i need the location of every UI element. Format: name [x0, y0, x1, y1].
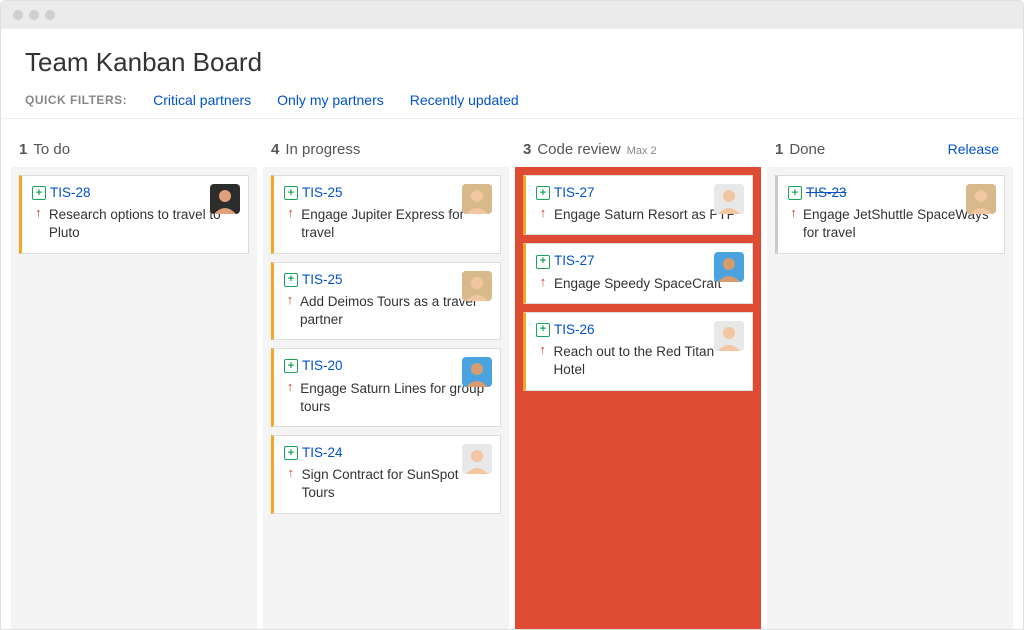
card[interactable]: + TIS-27 ↑ Engage Speedy SpaceCraft — [523, 243, 753, 303]
card-summary: Engage Jupiter Express for travel — [297, 206, 490, 242]
column-body[interactable]: + TIS-25 ↑ Engage Jupiter Express for tr… — [263, 167, 509, 629]
column-count: 4 — [271, 141, 279, 158]
column-code-review[interactable]: 3 Code review Max 2 + TIS-27 ↑ Engage Sa… — [515, 133, 761, 629]
issue-key[interactable]: TIS-28 — [50, 184, 91, 202]
card[interactable]: + TIS-26 ↑ Reach out to the Red Titan Ho… — [523, 312, 753, 391]
priority-up-icon: ↑ — [284, 204, 297, 222]
column-body[interactable]: + TIS-28 ↑ Research options to travel to… — [11, 167, 257, 629]
priority-up-icon: ↑ — [284, 378, 296, 396]
issue-key[interactable]: TIS-27 — [554, 252, 595, 270]
card[interactable]: + TIS-27 ↑ Engage Saturn Resort as PTP — [523, 175, 753, 235]
card-summary: Engage Saturn Resort as PTP — [550, 206, 736, 224]
card-summary: Sign Contract for SunSpot Tours — [298, 466, 490, 502]
card[interactable]: + TIS-23 ↑ Engage JetShuttle SpaceWays f… — [775, 175, 1005, 254]
assignee-avatar[interactable] — [714, 321, 744, 351]
assignee-avatar[interactable] — [714, 184, 744, 214]
column-count: 3 — [523, 141, 531, 158]
column-body[interactable]: + TIS-23 ↑ Engage JetShuttle SpaceWays f… — [767, 167, 1013, 629]
column-body[interactable]: + TIS-27 ↑ Engage Saturn Resort as PTP +… — [515, 167, 761, 629]
browser-window: Team Kanban Board QUICK FILTERS: Critica… — [0, 0, 1024, 630]
release-link[interactable]: Release — [948, 141, 999, 157]
issue-key[interactable]: TIS-25 — [302, 271, 343, 289]
card[interactable]: + TIS-20 ↑ Engage Saturn Lines for group… — [271, 348, 501, 427]
column-done[interactable]: 1 Done Release + TIS-23 ↑ Engage JetShut… — [767, 133, 1013, 629]
filter-recently-updated[interactable]: Recently updated — [410, 92, 519, 108]
issue-type-icon: + — [284, 273, 298, 287]
priority-up-icon: ↑ — [536, 341, 549, 359]
filter-only-my-partners[interactable]: Only my partners — [277, 92, 384, 108]
column-header: 4 In progress — [263, 133, 509, 167]
card-summary: Engage Speedy SpaceCraft — [550, 275, 721, 293]
card[interactable]: + TIS-24 ↑ Sign Contract for SunSpot Tou… — [271, 435, 501, 514]
window-titlebar — [1, 1, 1023, 29]
issue-type-icon: + — [284, 359, 298, 373]
assignee-avatar[interactable] — [714, 252, 744, 282]
priority-up-icon: ↑ — [788, 204, 799, 222]
priority-up-icon: ↑ — [284, 291, 296, 309]
window-control-min[interactable] — [29, 10, 39, 20]
issue-type-icon: + — [284, 186, 298, 200]
window-control-close[interactable] — [13, 10, 23, 20]
issue-key[interactable]: TIS-27 — [554, 184, 595, 202]
card-summary: Add Deimos Tours as a travel partner — [296, 293, 490, 329]
assignee-avatar[interactable] — [966, 184, 996, 214]
priority-up-icon: ↑ — [536, 273, 550, 291]
column-name: Done — [789, 141, 825, 158]
assignee-avatar[interactable] — [462, 444, 492, 474]
column-name: In progress — [285, 141, 360, 158]
card[interactable]: + TIS-25 ↑ Add Deimos Tours as a travel … — [271, 262, 501, 341]
quick-filters-label: QUICK FILTERS: — [25, 93, 127, 107]
issue-type-icon: + — [32, 186, 46, 200]
column-header: 3 Code review Max 2 — [515, 133, 761, 167]
card-summary: Reach out to the Red Titan Hotel — [549, 343, 742, 379]
assignee-avatar[interactable] — [462, 357, 492, 387]
issue-type-icon: + — [536, 323, 550, 337]
assignee-avatar[interactable] — [462, 184, 492, 214]
priority-up-icon: ↑ — [284, 464, 298, 482]
card-summary: Research options to travel to Pluto — [45, 206, 238, 242]
assignee-avatar[interactable] — [210, 184, 240, 214]
column-max-label: Max 2 — [627, 145, 657, 157]
board-header: Team Kanban Board QUICK FILTERS: Critica… — [1, 29, 1023, 119]
issue-type-icon: + — [536, 186, 550, 200]
column-count: 1 — [19, 141, 27, 158]
assignee-avatar[interactable] — [462, 271, 492, 301]
card[interactable]: + TIS-28 ↑ Research options to travel to… — [19, 175, 249, 254]
board-title: Team Kanban Board — [25, 47, 999, 78]
priority-up-icon: ↑ — [536, 204, 550, 222]
card-summary: Engage Saturn Lines for group tours — [296, 380, 490, 416]
kanban-board: 1 To do + TIS-28 ↑ Research options to t… — [1, 119, 1023, 629]
card-summary: Engage JetShuttle SpaceWays for travel — [799, 206, 994, 242]
window-control-max[interactable] — [45, 10, 55, 20]
quick-filters: QUICK FILTERS: Critical partners Only my… — [25, 92, 999, 108]
priority-up-icon: ↑ — [32, 204, 45, 222]
column-name: To do — [33, 141, 70, 158]
filter-critical-partners[interactable]: Critical partners — [153, 92, 251, 108]
column-in-progress[interactable]: 4 In progress + TIS-25 ↑ Engage Jupiter … — [263, 133, 509, 629]
issue-key[interactable]: TIS-20 — [302, 357, 343, 375]
card[interactable]: + TIS-25 ↑ Engage Jupiter Express for tr… — [271, 175, 501, 254]
column-to-do[interactable]: 1 To do + TIS-28 ↑ Research options to t… — [11, 133, 257, 629]
issue-type-icon: + — [536, 255, 550, 269]
column-header: 1 To do — [11, 133, 257, 167]
issue-key[interactable]: TIS-26 — [554, 321, 595, 339]
issue-type-icon: + — [788, 186, 802, 200]
issue-type-icon: + — [284, 446, 298, 460]
issue-key[interactable]: TIS-23 — [806, 184, 847, 202]
column-header: 1 Done Release — [767, 133, 1013, 167]
issue-key[interactable]: TIS-24 — [302, 444, 343, 462]
column-name: Code review — [537, 141, 620, 158]
column-count: 1 — [775, 141, 783, 158]
issue-key[interactable]: TIS-25 — [302, 184, 343, 202]
